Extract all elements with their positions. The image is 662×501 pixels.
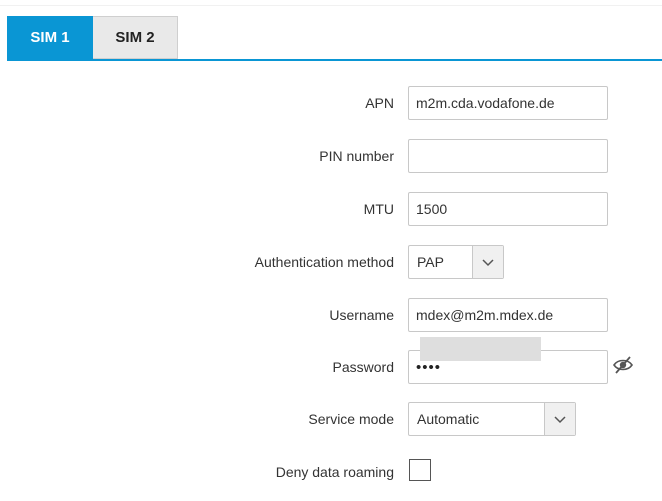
auth-method-value: PAP	[417, 254, 444, 270]
apn-label: APN	[365, 95, 394, 111]
auth-method-select[interactable]: PAP	[408, 245, 504, 279]
auth-dropdown-button[interactable]	[472, 246, 503, 278]
password-label: Password	[332, 359, 394, 375]
apn-row: APN m2m.cda.vodafone.de	[0, 86, 662, 120]
eye-slash-icon[interactable]	[612, 354, 634, 376]
password-row: Password ••••	[0, 350, 662, 384]
password-masked-value: ••••	[416, 359, 442, 376]
auth-row: Authentication method PAP	[0, 245, 662, 279]
tab-sim-2[interactable]: SIM 2	[93, 16, 178, 59]
deny-roaming-label: Deny data roaming	[275, 464, 394, 480]
mtu-input[interactable]: 1500	[408, 192, 608, 226]
redaction-box	[420, 337, 541, 361]
pin-row: PIN number	[0, 139, 662, 173]
username-input[interactable]: mdex@m2m.mdex.de	[408, 298, 608, 332]
service-mode-value: Automatic	[417, 411, 480, 427]
pin-input[interactable]	[408, 139, 608, 173]
pin-label: PIN number	[319, 148, 394, 164]
tab-sim-1[interactable]: SIM 1	[7, 16, 93, 59]
mtu-label: MTU	[363, 201, 394, 217]
chevron-down-icon	[482, 259, 494, 267]
apn-input[interactable]: m2m.cda.vodafone.de	[408, 86, 608, 120]
chevron-down-icon	[554, 416, 566, 424]
deny-roaming-row: Deny data roaming	[0, 455, 662, 489]
top-divider	[0, 5, 662, 6]
auth-label: Authentication method	[254, 254, 394, 270]
username-label: Username	[329, 307, 394, 323]
deny-roaming-checkbox[interactable]	[409, 459, 431, 481]
sim-tabs: SIM 1 SIM 2	[7, 16, 178, 59]
service-mode-row: Service mode Automatic	[0, 402, 662, 436]
service-mode-dropdown-button[interactable]	[544, 403, 575, 435]
username-row: Username mdex@m2m.mdex.de	[0, 298, 662, 332]
tab-underline	[7, 59, 662, 61]
mtu-row: MTU 1500	[0, 192, 662, 226]
service-mode-label: Service mode	[308, 411, 394, 427]
service-mode-select[interactable]: Automatic	[408, 402, 576, 436]
